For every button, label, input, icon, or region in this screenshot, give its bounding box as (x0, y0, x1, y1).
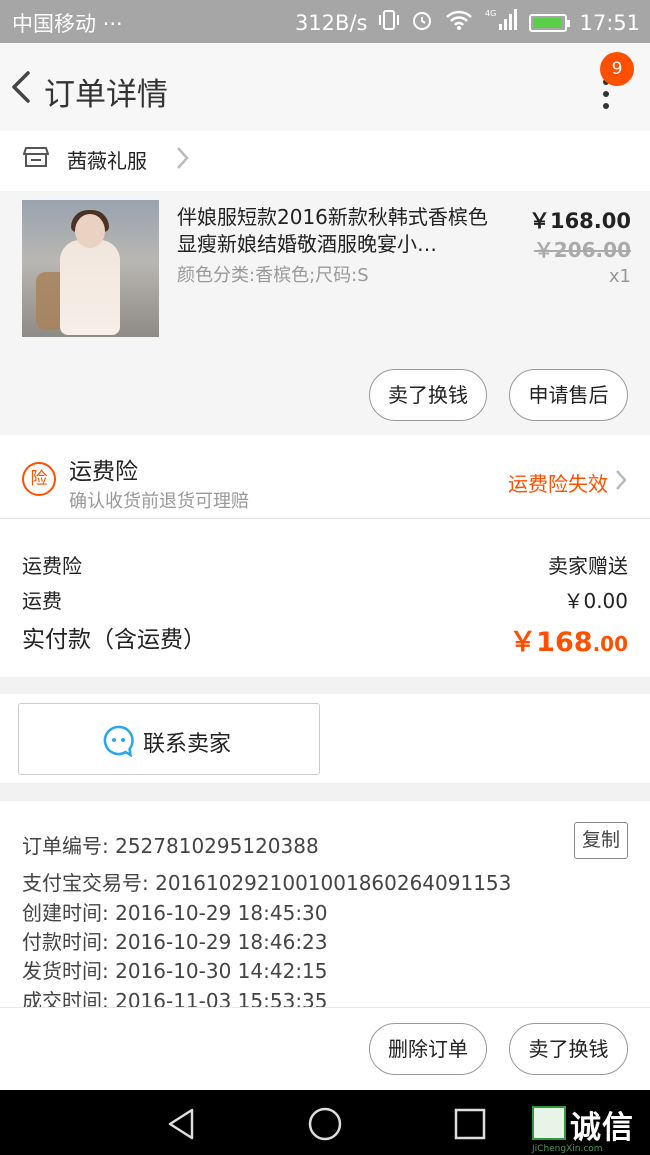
product-price: ￥168.00 (528, 209, 631, 233)
nav-home-icon[interactable] (307, 1106, 343, 1142)
status-bar: 中国移动 ··· 312B/s 4G 17:51 (0, 0, 650, 43)
watermark-logo-icon (532, 1106, 566, 1140)
wifi-icon (445, 9, 473, 36)
total-paid-label: 实付款（含运费） (22, 627, 206, 653)
created-time: 创建时间: 2016-10-29 18:45:30 (22, 901, 328, 925)
fee-label-insurance: 运费险 (22, 554, 82, 578)
nav-recents-icon[interactable] (452, 1106, 488, 1142)
product-thumbnail[interactable] (22, 200, 159, 337)
clock: 17:51 (579, 10, 640, 35)
battery-icon (529, 13, 571, 32)
product-sku: 颜色分类:香槟色;尺码:S (177, 265, 369, 286)
watermark: 诚信 JiChengXin.com (532, 1104, 646, 1154)
net-speed: 312B/s (294, 10, 368, 35)
chevron-right-icon (177, 147, 189, 169)
delete-order-button[interactable]: 删除订单 (369, 1023, 487, 1075)
page-title: 订单详情 (44, 77, 168, 113)
order-number: 订单编号: 2527810295120388 (22, 834, 319, 858)
contact-seller-button[interactable]: 联系卖家 (18, 703, 320, 775)
chevron-right-icon (616, 470, 627, 490)
shop-name: 茜薇礼服 (67, 149, 147, 173)
watermark-subtext: JiChengXin.com (532, 1144, 603, 1154)
contact-area: 联系卖家 (0, 694, 650, 783)
insurance-status: 运费险失效 (508, 472, 608, 496)
insurance-title: 运费险 (69, 459, 138, 485)
nav-back-icon[interactable] (164, 1106, 200, 1142)
system-nav-bar: 诚信 JiChengXin.com (0, 1090, 650, 1155)
order-item[interactable]: 伴娘服短款2016新款秋韩式香槟色显瘦新娘结婚敬酒服晚宴小… 颜色分类:香槟色;… (0, 191, 650, 435)
alarm-icon (411, 9, 433, 36)
chat-bubble-icon (103, 725, 134, 757)
cell-signal-icon: 4G (485, 8, 518, 37)
watermark-text: 诚信 (570, 1110, 634, 1146)
fee-value-insurance: 卖家赠送 (548, 554, 628, 578)
total-paid-value: ￥168.00 (509, 627, 628, 658)
shop-icon (23, 147, 49, 167)
fee-value-shipping: ￥0.00 (563, 589, 628, 613)
contact-seller-label: 联系卖家 (143, 732, 232, 757)
sell-for-cash-button[interactable]: 卖了换钱 (369, 369, 487, 421)
bottom-action-bar: 删除订单 卖了换钱 (0, 1007, 650, 1090)
fee-summary: 运费险 卖家赠送 运费 ￥0.00 实付款（含运费） ￥168.00 (0, 519, 650, 677)
copy-button[interactable]: 复制 (574, 822, 628, 859)
apply-after-sale-button[interactable]: 申请售后 (509, 369, 628, 421)
product-quantity: x1 (608, 266, 631, 287)
insurance-icon: 险 (22, 462, 56, 496)
product-title: 伴娘服短款2016新款秋韩式香槟色显瘦新娘结婚敬酒服晚宴小… (177, 205, 488, 256)
nav-bar: 订单详情 9 (0, 43, 650, 131)
fee-label-shipping: 运费 (22, 589, 62, 613)
vibrate-icon (379, 9, 400, 36)
original-price: ￥206.00 (533, 238, 631, 262)
carrier-label: 中国移动 ··· (12, 12, 123, 36)
svg-text:4G: 4G (485, 9, 496, 18)
shop-row[interactable]: 茜薇礼服 (0, 131, 650, 191)
status-icons: 312B/s 4G 17:51 (295, 8, 640, 37)
order-info: 订单编号: 2527810295120388 复制 支付宝交易号: 201610… (0, 801, 650, 1013)
notification-badge: 9 (600, 52, 634, 86)
paid-time: 付款时间: 2016-10-29 18:46:23 (22, 930, 328, 954)
sell-for-cash-button-bottom[interactable]: 卖了换钱 (509, 1023, 628, 1075)
back-arrow-icon[interactable] (8, 67, 38, 107)
shipped-time: 发货时间: 2016-10-30 14:42:15 (22, 959, 328, 983)
alipay-trade-number: 支付宝交易号: 2016102921001001860264091153 (22, 871, 512, 895)
shipping-insurance-row[interactable]: 险 运费险 确认收货前退货可理赔 运费险失效 (0, 435, 650, 519)
insurance-subtitle: 确认收货前退货可理赔 (69, 491, 249, 512)
